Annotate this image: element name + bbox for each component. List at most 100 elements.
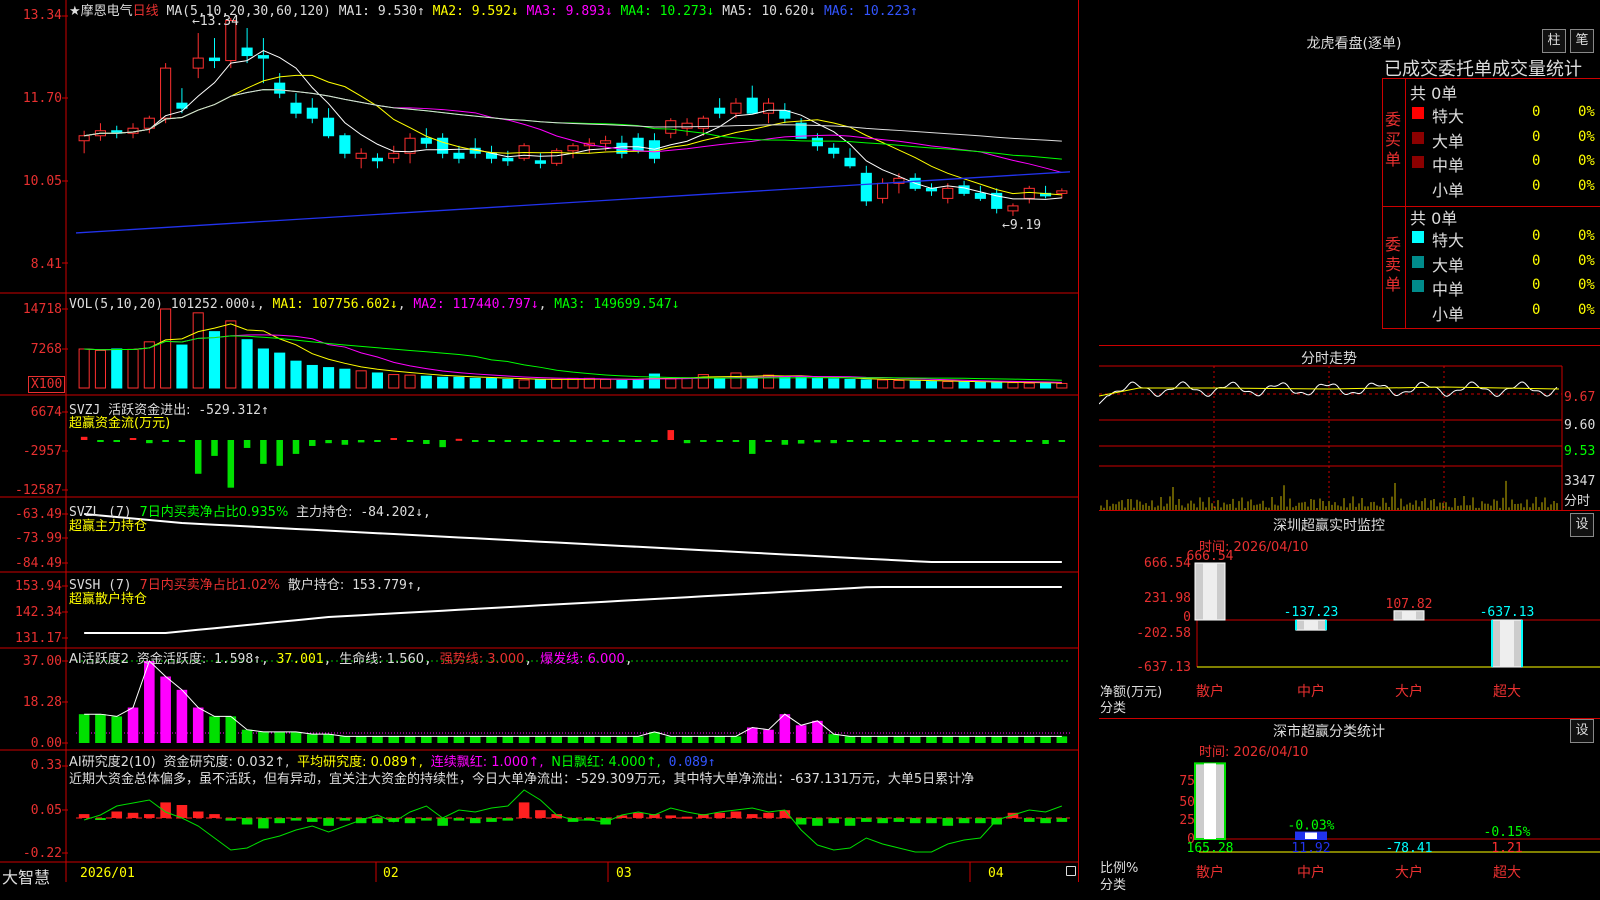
svsh-tick-2: 142.34 bbox=[15, 605, 62, 620]
monitor-tick: 231.98 bbox=[1144, 591, 1191, 606]
price-tick-4: 8.41 bbox=[30, 257, 62, 272]
activity-bar bbox=[437, 736, 448, 743]
volume-bar bbox=[600, 378, 612, 389]
fund-flow-bar bbox=[960, 440, 968, 442]
sell-row-name: 大单 bbox=[1432, 255, 1465, 275]
period-label: 日线 bbox=[132, 4, 159, 19]
volume-bar bbox=[746, 376, 758, 389]
volume-bar bbox=[127, 348, 139, 389]
candle-body bbox=[632, 137, 644, 152]
ma5-label: MA5: 10.620↓ bbox=[722, 4, 817, 19]
activity-bar bbox=[388, 736, 400, 743]
volume-bar bbox=[1023, 382, 1035, 389]
sell-row-pct: 0% bbox=[1578, 301, 1595, 318]
high-price-label: ←13.34 bbox=[192, 14, 239, 29]
sell-row-name: 中单 bbox=[1432, 280, 1465, 299]
activity-bar bbox=[926, 736, 937, 743]
fund-flow-bar bbox=[797, 440, 805, 444]
candle-body bbox=[241, 47, 253, 57]
ai-res-text: 近期大资金总体偏多，虽不活跃，但有异动，宜关注大资金的持续性，今日大单净流出：-… bbox=[69, 772, 975, 787]
research-bar bbox=[241, 818, 253, 825]
fund-flow-bar bbox=[439, 440, 446, 448]
fund-flow-bar bbox=[97, 440, 104, 442]
research-bar bbox=[486, 818, 497, 822]
fenlei-bar-shine bbox=[1204, 763, 1216, 839]
monitor-xlabel: 分类 bbox=[1100, 701, 1127, 716]
activity-bar bbox=[502, 736, 514, 743]
activity-bar bbox=[78, 714, 90, 743]
sell-row-pct: 0% bbox=[1578, 277, 1595, 293]
activity-bar bbox=[567, 736, 579, 743]
column-mode-button[interactable]: 柱 bbox=[1542, 29, 1566, 53]
candle-body bbox=[160, 67, 172, 119]
activity-bar bbox=[551, 736, 563, 743]
fund-flow-bar bbox=[863, 440, 870, 442]
research-bar bbox=[437, 818, 448, 826]
activity-bar bbox=[909, 736, 921, 743]
candle-body bbox=[420, 137, 432, 144]
fenlei-tick: 75 bbox=[1179, 774, 1195, 789]
activity-bar bbox=[698, 736, 709, 743]
svzl-label: 7日内买卖净占比0.935% bbox=[139, 505, 289, 520]
volume-bar bbox=[1040, 382, 1052, 389]
candle-body bbox=[779, 110, 791, 119]
fenlei-category: 大户 bbox=[1395, 864, 1423, 881]
research-bar bbox=[1040, 818, 1051, 824]
research-bar bbox=[306, 818, 318, 822]
activity-bar bbox=[453, 736, 465, 743]
ma6-line bbox=[75, 171, 1071, 234]
research-bar bbox=[746, 814, 758, 818]
fenshi-panel[interactable]: 分时走势 9.67 9.60 9.53 3347 分时 bbox=[1099, 346, 1600, 511]
low-price-label: ←9.19 bbox=[1002, 218, 1042, 233]
candle-body bbox=[274, 82, 286, 94]
activity-bar bbox=[469, 736, 481, 743]
price-tick-2: 11.70 bbox=[22, 91, 62, 106]
main-chart-svg[interactable] bbox=[0, 0, 1078, 882]
ma3-label: MA3: 9.893↓ bbox=[526, 4, 613, 19]
activity-bar bbox=[258, 731, 269, 743]
sell-row-name: 小单 bbox=[1432, 304, 1465, 324]
candle-body bbox=[453, 152, 465, 159]
sell-color-swatch bbox=[1412, 280, 1424, 292]
vol-header: VOL(5,10,20) 101252.000↓, MA1: 107756.60… bbox=[69, 297, 680, 312]
fund-flow-bar bbox=[683, 440, 691, 444]
volume-bar bbox=[404, 374, 416, 389]
buy-color-swatch bbox=[1412, 131, 1424, 144]
fenshi-chart[interactable] bbox=[1099, 346, 1600, 510]
fund-flow-bar bbox=[243, 440, 251, 448]
fenlei-category: 散户 bbox=[1196, 864, 1224, 881]
fund-flow-bar bbox=[569, 440, 577, 442]
volume-bar bbox=[811, 377, 823, 389]
fund-flow-bar bbox=[113, 440, 120, 442]
lock-icon[interactable] bbox=[1066, 866, 1076, 876]
research-bar bbox=[258, 818, 269, 829]
activity-bar bbox=[290, 731, 302, 743]
buy-row-value: 0 bbox=[1532, 177, 1541, 194]
svzj-tick-3: -12587 bbox=[15, 483, 62, 498]
sell-row-value: 0 bbox=[1532, 277, 1541, 293]
candle-body bbox=[306, 107, 318, 119]
vol-value: 101252.000↓ bbox=[170, 297, 257, 312]
main-chart-area[interactable]: ★摩恩电气日线 MA(5,10,20,30,60,120) MA1: 9.530… bbox=[0, 0, 1079, 887]
monitor-bar-label: -137.23 bbox=[1284, 605, 1339, 620]
fenlei-top-label: -0.15% bbox=[1484, 825, 1531, 840]
research-bar bbox=[926, 818, 937, 824]
candle-body bbox=[811, 137, 823, 147]
candle-body bbox=[518, 145, 530, 159]
volume-bar bbox=[551, 378, 563, 389]
research-bar bbox=[730, 811, 742, 818]
tick-mode-button[interactable]: 笔 bbox=[1570, 29, 1594, 53]
research-bar bbox=[144, 814, 155, 818]
activity-bar bbox=[1040, 736, 1051, 743]
svzl-tick-1: -63.49 bbox=[15, 507, 62, 522]
svzl-tick-2: -73.99 bbox=[15, 531, 62, 546]
fund-flow-bar bbox=[276, 440, 283, 466]
fund-flow-bar bbox=[830, 440, 837, 444]
fenshi-price-line bbox=[1099, 381, 1558, 405]
candle-body bbox=[844, 157, 856, 167]
sell-color-swatch bbox=[1412, 255, 1424, 268]
candle-body bbox=[762, 102, 775, 114]
activity-bar bbox=[877, 736, 888, 743]
activity-bar bbox=[681, 736, 693, 743]
fund-flow-bar bbox=[895, 440, 903, 442]
